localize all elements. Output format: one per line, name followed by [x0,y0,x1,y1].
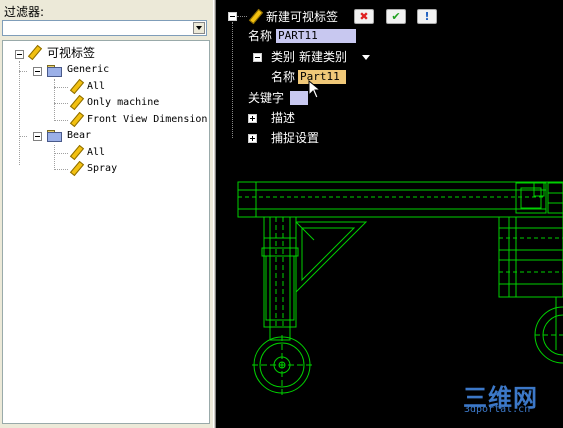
keyword-field[interactable] [290,91,308,105]
collapse-toggle[interactable] [15,50,24,59]
category-name-label: 名称 [271,70,296,84]
tree-item[interactable]: Front View Dimension [87,112,207,128]
info-button[interactable]: ! [417,9,437,24]
collapse-toggle[interactable] [228,12,237,21]
category-name-field[interactable]: Part11 [298,70,346,84]
tree-line [54,87,68,88]
folder-icon [47,65,62,77]
expand-toggle[interactable] [248,114,257,123]
chevron-down-icon[interactable] [193,22,205,34]
confirm-button[interactable]: ✔ [386,9,406,24]
collapse-toggle[interactable] [33,67,42,76]
pencil-icon [248,8,264,25]
describe-item[interactable]: 描述 [271,110,295,126]
tree-item[interactable]: All [87,79,105,95]
pencil-icon [69,160,85,177]
tree-line [19,61,20,165]
tree-item-group[interactable]: Bear [67,128,91,144]
chevron-down-icon[interactable] [362,55,370,60]
label-tree: 可视标签 Generic All Only machine Front View… [2,40,210,424]
folder-icon [47,130,62,142]
tree-item[interactable]: Spray [87,161,117,177]
name-field[interactable]: PART11 [276,29,356,43]
tree-line [54,145,55,170]
pencil-icon [69,94,85,111]
watermark-url: 3dportal.cn [464,404,531,415]
tree-item[interactable]: All [87,145,105,161]
tree-line [19,136,27,137]
collapse-toggle[interactable] [253,53,262,62]
tree-line [54,79,55,121]
expand-toggle[interactable] [248,134,257,143]
tree-line [54,153,68,154]
pencil-icon [27,44,43,61]
tree-line [54,120,68,121]
tree-line [19,71,27,72]
mouse-cursor-icon [308,80,322,99]
filter-combobox[interactable] [2,20,207,36]
collapse-toggle[interactable] [33,132,42,141]
tree-line [54,103,68,104]
filter-label: 过滤器: [4,5,45,19]
graphics-area: 新建可视标签 ✖ ✔ ! 名称 PART11 类别 新建类别 名称 Part11… [216,0,563,428]
snap-settings-item[interactable]: 捕捉设置 [271,130,319,146]
tree-line [232,22,233,138]
category-label: 类别 [271,50,296,64]
keyword-label: 关键字 [248,91,285,105]
pencil-icon [69,111,85,128]
category-dropdown[interactable]: 新建类别 [299,49,347,65]
pencil-icon [69,144,85,161]
cancel-button[interactable]: ✖ [354,9,374,24]
pencil-icon [69,78,85,95]
label-tree-panel: 过滤器: 可视标签 Generic All Only machine Front… [0,0,213,428]
tree-item-root[interactable]: 可视标签 [47,45,95,61]
tree-item-group[interactable]: Generic [67,62,109,78]
editor-title: 新建可视标签 [266,10,339,24]
tree-line [237,16,247,17]
name-label: 名称 [248,29,273,43]
tree-item[interactable]: Only machine [87,95,159,111]
tree-line [54,169,68,170]
cad-drawing [237,181,563,395]
